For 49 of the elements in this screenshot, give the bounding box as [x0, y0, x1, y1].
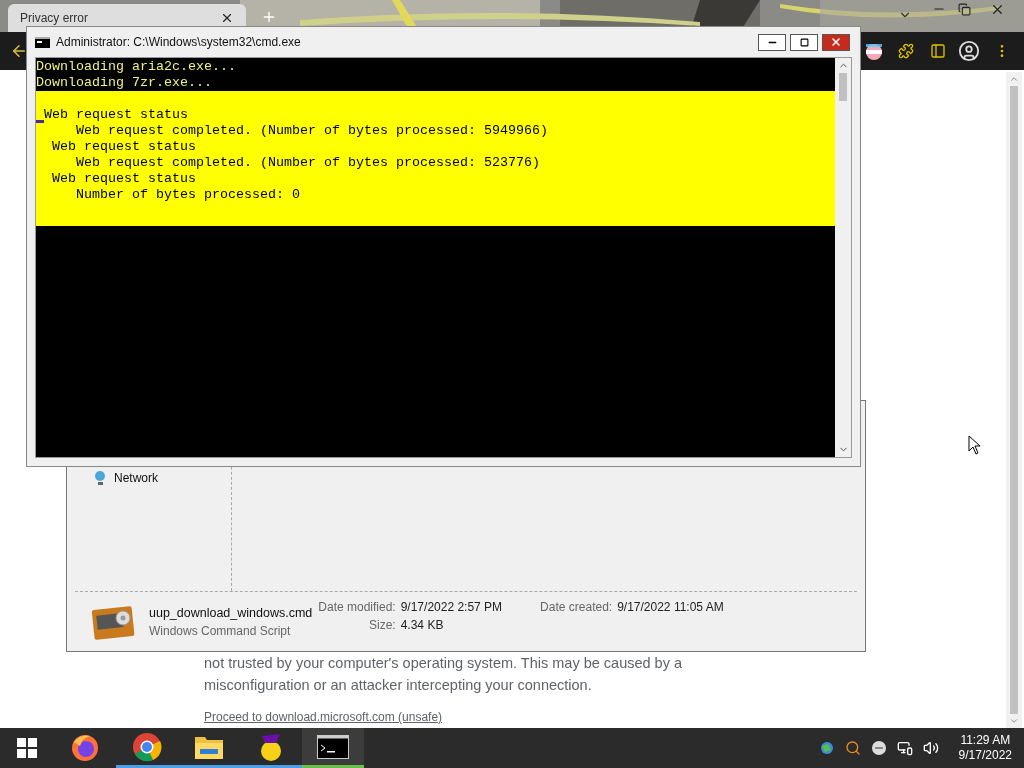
puzzle-icon[interactable]: [898, 43, 914, 59]
console-line: Downloading aria2c.exe...: [36, 59, 236, 75]
maximize-icon: [799, 37, 809, 47]
field-label: Date created:: [540, 600, 613, 614]
globe-icon[interactable]: [818, 740, 835, 756]
chrome-circle-icon: [132, 731, 162, 762]
console-line: Web request status: [44, 107, 188, 123]
scroll-thumb[interactable]: [839, 73, 847, 101]
clock[interactable]: 11:29 AM 9/17/2022: [954, 733, 1016, 763]
window-title: Administrator: C:\Windows\system32\cmd.exe: [56, 34, 302, 51]
restore-icon[interactable]: [958, 3, 971, 16]
flag-icon[interactable]: [866, 44, 882, 60]
close-icon: [830, 36, 842, 48]
profile-icon[interactable]: [958, 40, 980, 62]
windows-logo-icon: [17, 738, 37, 758]
terminal-icon: [35, 36, 50, 48]
field-value: 9/17/2022 2:57 PM: [400, 600, 503, 614]
file-name: uup_download_windows.cmd: [149, 605, 313, 620]
field-label: Date modified:: [318, 600, 396, 614]
proceed-link[interactable]: Proceed to download.microsoft.com (unsafe): [204, 710, 443, 724]
close-icon[interactable]: [220, 11, 234, 25]
close-button[interactable]: [822, 33, 850, 51]
file-type: Windows Command Script: [149, 623, 292, 638]
console-line: Downloading 7zr.exe...: [36, 75, 212, 91]
back-icon[interactable]: [10, 42, 28, 60]
field-value: 4.34 KB: [400, 618, 445, 632]
close-icon[interactable]: [990, 2, 1005, 17]
warning-text: not trusted by your computer's operating system. This may be caused by a: [204, 654, 683, 673]
field-value: 9/17/2022 11:05 AM: [617, 600, 724, 614]
taskbar-app[interactable]: [302, 728, 364, 768]
scrollbar[interactable]: [1006, 72, 1022, 728]
scroll-thumb[interactable]: [1010, 86, 1018, 714]
console-line: Web request completed. (Number of bytes processed: 523776): [75, 155, 540, 171]
console-line: Web request status: [51, 139, 196, 155]
maximize-button[interactable]: [790, 33, 818, 51]
console-line: Number of bytes processed: 0: [75, 187, 300, 203]
field-label: Size:: [368, 618, 396, 632]
sidebar-icon[interactable]: [930, 43, 946, 59]
volume-icon[interactable]: [922, 740, 939, 756]
network-icon[interactable]: [896, 740, 913, 756]
warning-text: misconfiguration or an attacker intercepting your connection.: [204, 676, 593, 695]
minimize-button[interactable]: [758, 33, 786, 51]
console-line: Web request status: [51, 171, 196, 187]
minus-circle-icon[interactable]: [870, 740, 887, 756]
mouse-pointer-icon: [968, 435, 982, 455]
console-line: Web request completed. (Number of bytes processed: 5949966): [75, 123, 548, 139]
nav-item[interactable]: Network: [93, 469, 231, 487]
search-icon[interactable]: [844, 740, 861, 756]
terminal-icon: [317, 734, 349, 759]
